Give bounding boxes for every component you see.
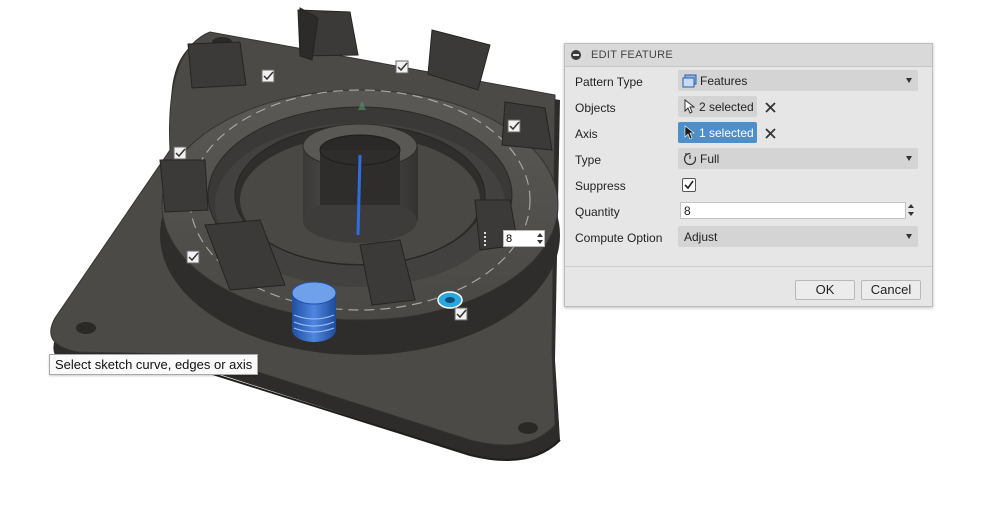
- cancel-button[interactable]: Cancel: [861, 280, 921, 300]
- objects-selection-button[interactable]: 2 selected: [678, 96, 757, 117]
- stepper-up-icon[interactable]: [537, 233, 543, 237]
- cursor-arrow-icon: [684, 99, 695, 114]
- compute-option-dropdown[interactable]: Adjust: [678, 226, 918, 247]
- chevron-down-icon: [906, 78, 912, 83]
- panel-title: EDIT FEATURE: [591, 49, 674, 61]
- pattern-type-value: Features: [700, 74, 748, 88]
- chevron-down-icon: [906, 156, 912, 161]
- viewport-quantity-stepper[interactable]: [536, 232, 544, 246]
- suppress-checkbox[interactable]: [682, 178, 696, 192]
- selection-tooltip: Select sketch curve, edges or axis: [49, 354, 259, 375]
- selected-hole[interactable]: [291, 281, 337, 342]
- features-icon: [682, 74, 697, 88]
- clear-objects-close-icon[interactable]: [765, 102, 776, 113]
- cursor-arrow-icon: [684, 125, 695, 140]
- quantity-label: Quantity: [575, 205, 620, 219]
- viewport-quantity-value: 8: [506, 233, 513, 245]
- axis-selection-button[interactable]: 1 selected: [678, 122, 757, 143]
- compute-option-value: Adjust: [684, 230, 718, 244]
- type-label: Type: [575, 153, 602, 167]
- pattern-type-label: Pattern Type: [575, 75, 643, 89]
- pattern-type-dropdown[interactable]: Features: [678, 70, 918, 91]
- stepper-down-icon[interactable]: [537, 240, 543, 244]
- collapse-icon[interactable]: [571, 50, 581, 60]
- objects-label: Objects: [575, 101, 616, 115]
- objects-selection-value: 2 selected: [699, 100, 754, 114]
- circular-pattern-icon: [683, 152, 697, 166]
- axis-label: Axis: [575, 127, 598, 141]
- clear-axis-close-icon[interactable]: [765, 128, 776, 139]
- panel-header[interactable]: EDIT FEATURE: [565, 44, 932, 67]
- type-value: Full: [700, 152, 720, 166]
- ok-button[interactable]: OK: [795, 280, 855, 300]
- panel-divider: [565, 266, 932, 267]
- chevron-down-icon: [906, 234, 912, 239]
- type-dropdown[interactable]: Full: [678, 148, 918, 169]
- stepper-up-icon[interactable]: [908, 204, 914, 208]
- quantity-input[interactable]: 8: [680, 202, 906, 219]
- compute-option-label: Compute Option: [575, 231, 663, 245]
- axis-selection-value: 1 selected: [699, 126, 754, 140]
- checkmark-icon: [684, 180, 694, 190]
- feature-glyph-icon[interactable]: [437, 291, 463, 309]
- edit-feature-panel: EDIT FEATURE Pattern Type Features Objec…: [564, 43, 933, 307]
- stepper-down-icon[interactable]: [908, 212, 914, 216]
- suppress-label: Suppress: [575, 179, 626, 193]
- viewport-quantity-input[interactable]: 8: [503, 230, 545, 247]
- quantity-stepper[interactable]: [907, 202, 916, 219]
